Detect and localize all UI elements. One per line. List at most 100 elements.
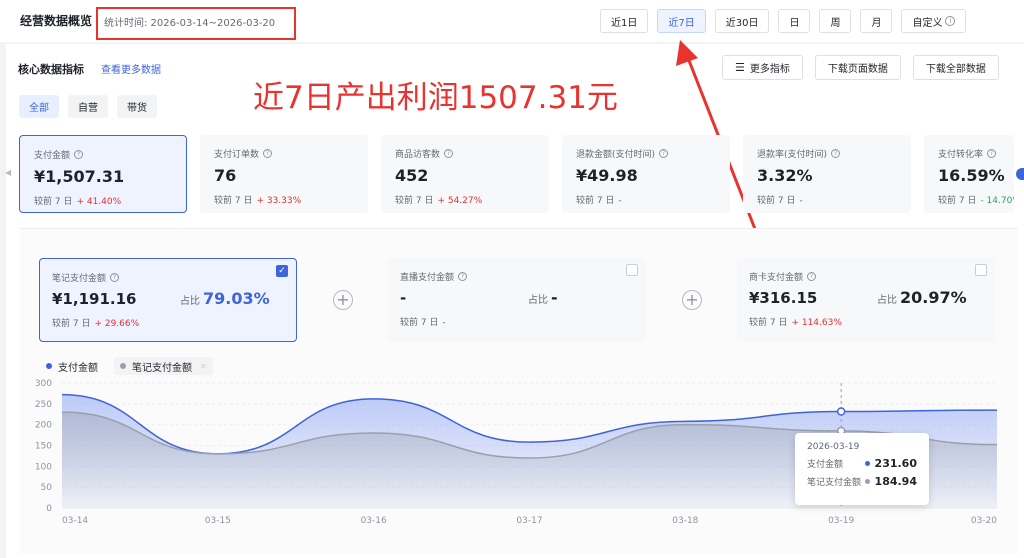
filter-affiliate-button[interactable]: 带货 xyxy=(117,95,157,118)
breakdown-change: + 114.63% xyxy=(791,318,842,328)
help-icon: ? xyxy=(987,149,997,158)
metric-change: - xyxy=(618,196,622,206)
page-title: 经营数据概览 xyxy=(20,14,93,28)
more-metrics-button[interactable]: ☰ 更多指标 xyxy=(722,55,803,80)
check-icon[interactable]: ✓ xyxy=(276,265,288,277)
tooltip-value: 231.60 xyxy=(874,457,917,470)
y-tick-label: 50 xyxy=(41,483,53,493)
metric-card-orders[interactable]: 支付订单数? 76 较前 7 日 + 33.33% xyxy=(200,135,368,213)
metric-cards: 支付金额? ¥1,507.31 较前 7 日 + 41.40% 支付订单数? 76… xyxy=(19,135,1014,213)
metric-value: ¥49.98 xyxy=(576,166,638,185)
profit-annotation: 近7日产出利润1507.31元 xyxy=(253,80,618,116)
download-all-button[interactable]: 下载全部数据 xyxy=(912,55,999,80)
metric-compare: 较前 7 日 xyxy=(34,197,73,207)
tooltip-date: 2026-03-19 xyxy=(807,442,860,452)
x-tick-label: 03-15 xyxy=(205,516,231,526)
checkbox[interactable] xyxy=(975,264,987,276)
metric-label: 退款金额(支付时间) xyxy=(576,150,656,160)
sliders-icon: ☰ xyxy=(735,61,745,74)
legend-dot xyxy=(120,363,126,369)
core-metrics-title: 核心数据指标 xyxy=(18,63,84,76)
period-7d-button[interactable]: 近7日 xyxy=(657,9,706,33)
metric-change: - 14.70% xyxy=(980,196,1014,206)
help-icon: ? xyxy=(74,150,84,159)
breakdown-card-live[interactable]: 直播支付金额? - 占比 - 较前 7 日- xyxy=(388,258,646,342)
period-30d-button[interactable]: 近30日 xyxy=(714,9,770,33)
x-tick-label: 03-16 xyxy=(361,516,387,526)
metric-change: + 41.40% xyxy=(76,197,122,207)
help-icon: ? xyxy=(807,272,817,281)
metric-value: 452 xyxy=(395,166,429,185)
breakdown-card-product[interactable]: 商卡支付金额? ¥316.15 占比 20.97% 较前 7 日 + 114.63% xyxy=(737,258,995,342)
help-icon: ? xyxy=(831,149,841,158)
action-buttons: ☰ 更多指标 下载页面数据 下载全部数据 xyxy=(722,55,999,80)
filter-self-button[interactable]: 自营 xyxy=(68,95,108,118)
metric-card-refund-amount[interactable]: 退款金额(支付时间)? ¥49.98 较前 7 日- xyxy=(562,135,730,213)
x-tick-label: 03-20 xyxy=(971,516,997,526)
metric-compare: 较前 7 日 xyxy=(576,196,615,206)
metric-compare: 较前 7 日 xyxy=(214,196,253,206)
x-tick-label: 03-19 xyxy=(828,516,854,526)
y-tick-label: 0 xyxy=(46,504,52,514)
y-tick-label: 150 xyxy=(35,442,52,452)
share-value: 79.03% xyxy=(203,289,270,308)
more-metrics-label: 更多指标 xyxy=(749,64,790,75)
period-1d-button[interactable]: 近1日 xyxy=(600,9,649,33)
breakdown-card-notes[interactable]: ✓ 笔记支付金额? ¥1,191.16 占比 79.03% 较前 7 日 + 29.… xyxy=(39,258,297,342)
custom-label: 自定义 xyxy=(912,17,943,29)
help-icon: ? xyxy=(110,273,120,282)
metric-change: - xyxy=(799,196,803,206)
y-tick-label: 250 xyxy=(35,400,52,410)
share-label: 占比 xyxy=(877,295,897,306)
filter-all-button[interactable]: 全部 xyxy=(19,95,59,118)
breakdown-label: 笔记支付金额 xyxy=(52,274,107,284)
channel-filter: 全部 自营 带货 xyxy=(19,95,157,118)
date-range-label: 统计时间: 2026-03-14~2026-03-20 xyxy=(104,18,276,29)
breakdown-share: 占比 - xyxy=(528,288,558,307)
period-day-button[interactable]: 日 xyxy=(778,9,811,33)
tooltip-label: 笔记支付金额 xyxy=(807,478,862,488)
metric-label: 商品访客数 xyxy=(395,150,441,160)
metric-value: 16.59% xyxy=(938,166,1005,185)
metric-card-visitors[interactable]: 商品访客数? 452 较前 7 日 + 54.27% xyxy=(381,135,549,213)
metric-label: 支付金额 xyxy=(34,151,71,161)
metric-card-conversion[interactable]: 支付转化率? 16.59% 较前 7 日- 14.70% xyxy=(924,135,1014,213)
share-label: 占比 xyxy=(180,296,200,307)
help-icon: ? xyxy=(263,149,273,158)
legend-dot xyxy=(46,363,52,369)
period-custom-button[interactable]: 自定义 i xyxy=(901,9,967,33)
metric-value: 3.32% xyxy=(757,166,813,185)
breakdown-share: 占比 20.97% xyxy=(877,288,967,307)
breakdown-change: + 29.66% xyxy=(94,319,140,329)
breakdown-label: 商卡支付金额 xyxy=(749,273,804,283)
metric-compare: 较前 7 日 xyxy=(395,196,434,206)
metric-card-refund-rate[interactable]: 退款率(支付时间)? 3.32% 较前 7 日- xyxy=(743,135,911,213)
plus-icon: + xyxy=(333,290,353,310)
breakdown-share: 占比 79.03% xyxy=(180,289,270,308)
chart-tooltip: 2026-03-19 支付金额 231.60 笔记支付金额 184.94 xyxy=(795,433,929,505)
help-icon: ? xyxy=(458,272,468,281)
metric-card-pay-amount[interactable]: 支付金额? ¥1,507.31 较前 7 日 + 41.40% xyxy=(19,135,187,213)
y-tick-label: 300 xyxy=(35,379,52,389)
x-tick-label: 03-18 xyxy=(672,516,698,526)
download-page-button[interactable]: 下载页面数据 xyxy=(814,55,901,80)
scroll-left-icon[interactable]: ◀ xyxy=(5,168,15,180)
tooltip-value: 184.94 xyxy=(874,475,917,488)
metric-compare: 较前 7 日 xyxy=(938,196,977,206)
y-tick-label: 100 xyxy=(35,462,52,472)
x-tick-label: 03-14 xyxy=(62,516,88,526)
checkbox[interactable] xyxy=(626,264,638,276)
tooltip-label: 支付金额 xyxy=(807,460,844,470)
breakdown-change: - xyxy=(442,318,446,328)
breakdown-label: 直播支付金额 xyxy=(400,273,455,283)
metric-change: + 54.27% xyxy=(437,196,483,206)
scroll-right-icon[interactable] xyxy=(1016,168,1024,180)
x-tick-label: 03-17 xyxy=(516,516,542,526)
more-data-link[interactable]: 查看更多数据 xyxy=(101,61,161,76)
metric-value: ¥1,507.31 xyxy=(34,167,125,186)
metric-compare: 较前 7 日 xyxy=(757,196,796,206)
highlight-point xyxy=(836,407,846,416)
breakdown-compare: 较前 7 日 xyxy=(749,318,788,328)
period-week-button[interactable]: 周 xyxy=(819,9,852,33)
period-month-button[interactable]: 月 xyxy=(860,9,893,33)
